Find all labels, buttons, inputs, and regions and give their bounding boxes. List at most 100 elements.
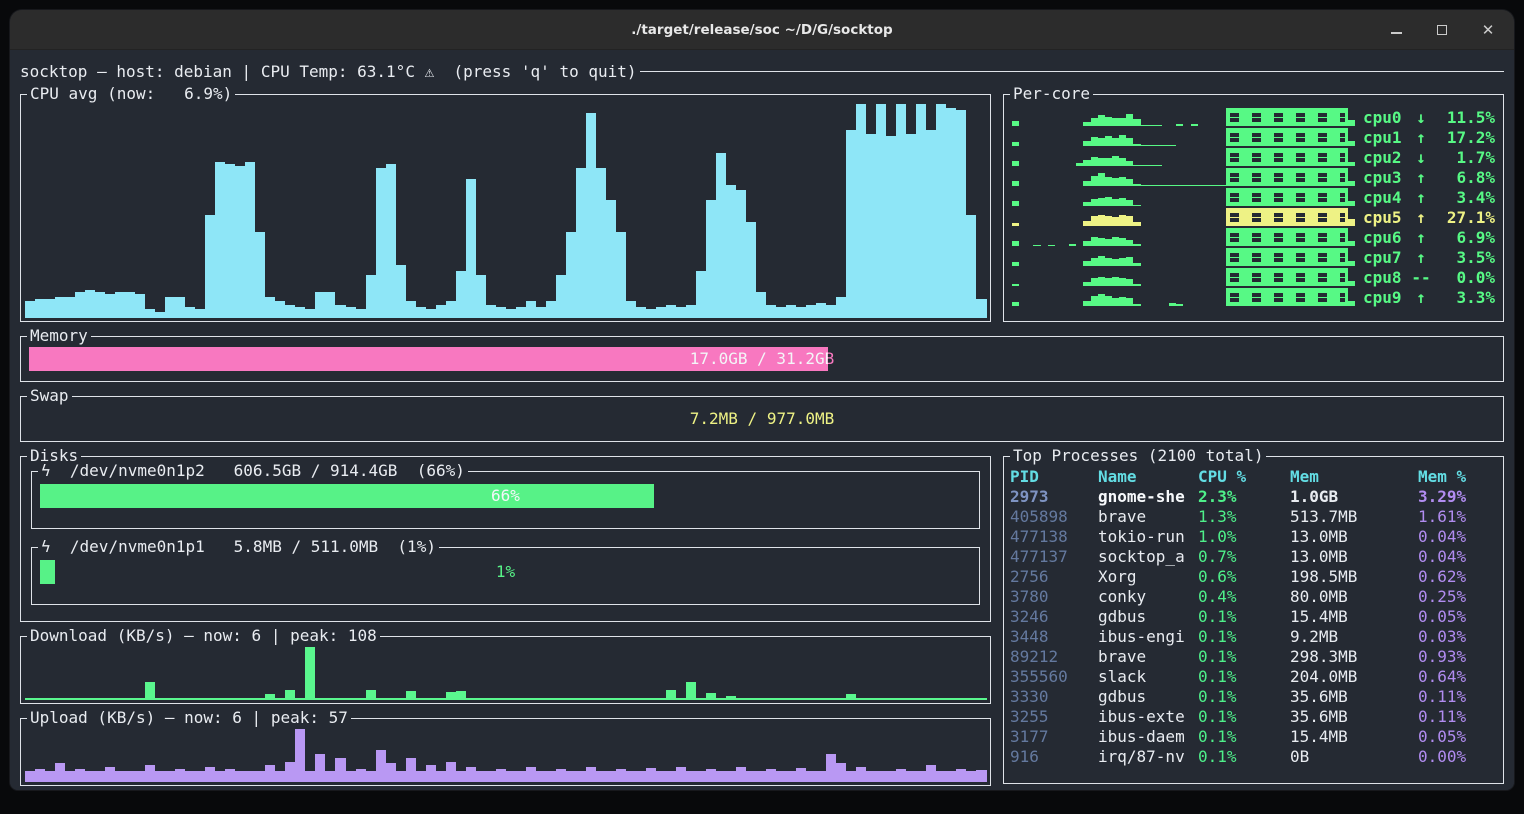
spark-bar [1012, 161, 1019, 166]
bar [486, 305, 496, 318]
spark-bar [1269, 248, 1276, 266]
bar [155, 312, 165, 318]
bar [295, 729, 305, 782]
spark-bar [1119, 215, 1126, 226]
core-percent: 3.5% [1433, 248, 1495, 267]
spark-bar [1276, 268, 1283, 286]
spark-bar [1283, 228, 1290, 246]
bar [416, 307, 426, 318]
spark-bar [1333, 288, 1340, 306]
spark-bar [1290, 168, 1297, 186]
spark-bar [1276, 188, 1283, 206]
spark-bar [1283, 288, 1290, 306]
cell-cpu: 0.1% [1198, 627, 1290, 647]
spark-bar [1033, 245, 1040, 246]
spark-bar [1283, 108, 1290, 126]
bar [305, 309, 315, 318]
spark-bar [1269, 228, 1276, 246]
bar [576, 771, 586, 782]
bar [235, 166, 245, 318]
spark-bar [1269, 148, 1276, 166]
spark-bar [1012, 181, 1019, 186]
bar [826, 698, 836, 700]
cell-mem: 80.0MB [1290, 587, 1418, 607]
spark-bar [1233, 188, 1240, 206]
bar [806, 305, 816, 318]
bar [946, 108, 956, 318]
spark-bar [1105, 258, 1112, 266]
bar [315, 698, 325, 700]
spark-bar [1098, 115, 1105, 126]
minimize-button[interactable] [1386, 20, 1406, 40]
spark-bar [1255, 128, 1262, 146]
spark-bar [1133, 144, 1140, 146]
process-table-header: PIDNameCPU %MemMem % [1010, 467, 1497, 487]
spark-bar [1091, 216, 1098, 226]
spark-bar [1248, 268, 1255, 286]
bar [446, 692, 456, 700]
spark-bar [1098, 215, 1105, 226]
trend-arrow-icon: ↑ [1409, 168, 1433, 187]
spark-bar [1091, 199, 1098, 206]
process-row: 355560slack0.1%204.0MB0.64% [1010, 667, 1497, 687]
bar [436, 771, 446, 782]
status-line: socktop — host: debian | CPU Temp: 63.1°… [20, 60, 1504, 82]
spark-bar [1348, 261, 1355, 266]
bar [506, 309, 516, 318]
titlebar[interactable]: ./target/release/soc ~/D/G/socktop ✕ [10, 10, 1514, 50]
memory-gauge: 17.0GB / 31.2GB17.0GB / 31.2GB [29, 347, 1495, 371]
bar [406, 301, 416, 318]
spark-bar [1326, 128, 1333, 146]
spark-bar [1112, 237, 1119, 246]
bar [596, 168, 606, 318]
process-row: 405898brave1.3%513.7MB1.61% [1010, 507, 1497, 527]
terminal-screen[interactable]: socktop — host: debian | CPU Temp: 63.1°… [10, 50, 1514, 790]
spark-bar [1276, 168, 1283, 186]
cell-mempct: 0.05% [1418, 727, 1497, 747]
spark-bar [1262, 248, 1269, 266]
bar [766, 769, 776, 782]
spark-bar [1148, 125, 1155, 126]
bar [285, 305, 295, 318]
percore-row-cpu0: cpu0↓11.5% [1012, 107, 1495, 127]
spark-bar [1091, 118, 1098, 126]
bar [546, 698, 556, 700]
core-label: cpu6↑6.9% [1363, 228, 1495, 247]
bar [896, 104, 906, 318]
core-percent: 1.7% [1433, 148, 1495, 167]
core-percent: 6.9% [1433, 228, 1495, 247]
bar [736, 190, 746, 318]
bar [115, 698, 125, 700]
spark-bar [1012, 201, 1019, 206]
spark-bar [1319, 288, 1326, 306]
spark-bar [1119, 198, 1126, 206]
cell-name: irq/87-nv [1098, 747, 1198, 767]
bar [766, 698, 776, 700]
spark-bar [1283, 248, 1290, 266]
spark-bar [1119, 177, 1126, 186]
spark-bar [1241, 148, 1248, 166]
spark-bar [1162, 185, 1169, 186]
cell-cpu: 0.1% [1198, 707, 1290, 727]
cell-name: ibus-daem [1098, 727, 1198, 747]
maximize-button[interactable] [1432, 20, 1452, 40]
bar [165, 698, 175, 700]
spark-bar [1305, 188, 1312, 206]
spark-bar [1348, 141, 1355, 146]
spark-bar [1126, 179, 1133, 186]
spark-bar [1326, 288, 1333, 306]
bar [976, 299, 986, 318]
spark-bar [1083, 141, 1090, 146]
bar [726, 185, 736, 318]
percore-row-cpu6: cpu6↑6.9% [1012, 227, 1495, 247]
disk-title-text: /dev/nvme0n1p2 606.5GB / 914.4GB (66%) [70, 461, 465, 480]
cell-cpu: 0.1% [1198, 687, 1290, 707]
column-header: PID [1010, 467, 1098, 487]
bar [85, 698, 95, 700]
close-button[interactable]: ✕ [1478, 20, 1498, 40]
spark-bar [1283, 128, 1290, 146]
close-icon: ✕ [1482, 21, 1495, 39]
bar [205, 215, 215, 318]
spark-bar [1283, 268, 1290, 286]
spark-bar [1119, 278, 1126, 286]
